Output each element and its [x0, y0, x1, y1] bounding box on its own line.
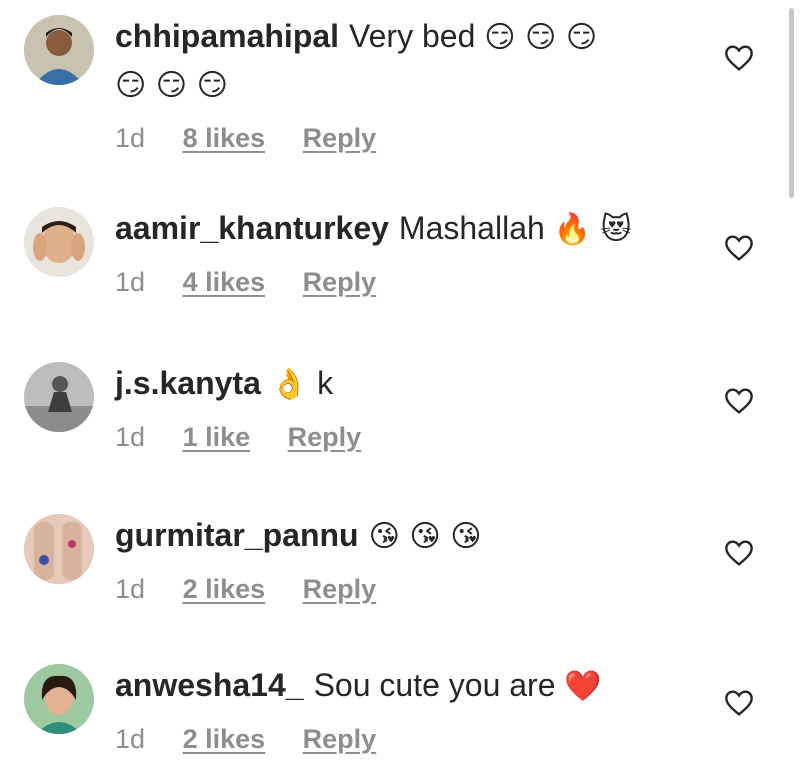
- reply-button[interactable]: Reply: [303, 123, 377, 153]
- comment-body: anwesha14_ Sou cute you are ❤️ 1d 2 likes…: [115, 662, 715, 755]
- timestamp: 1d: [115, 574, 146, 604]
- likes-link[interactable]: 4 likes: [183, 267, 266, 297]
- likes-link[interactable]: 1 like: [183, 422, 251, 452]
- username[interactable]: aamir_khanturkey: [115, 210, 389, 246]
- username[interactable]: j.s.kanyta: [115, 365, 261, 401]
- avatar[interactable]: [24, 664, 94, 734]
- timestamp: 1d: [115, 724, 146, 754]
- comment-text: aamir_khanturkey Mashallah 🔥 😻: [115, 205, 715, 253]
- comment-meta: 1d 8 likes Reply: [115, 123, 715, 154]
- comment-meta: 1d 2 likes Reply: [115, 574, 715, 605]
- emoji: 🔥 😻: [553, 212, 632, 247]
- scrollbar[interactable]: [789, 8, 794, 198]
- comment-body: aamir_khanturkey Mashallah 🔥 😻 1d 4 likes…: [115, 205, 715, 298]
- avatar[interactable]: [24, 362, 94, 432]
- comment-text: j.s.kanyta 👌 k: [115, 360, 715, 408]
- emoji: 😘 😘 😘: [368, 519, 482, 554]
- username[interactable]: anwesha14_: [115, 667, 304, 703]
- comments-list: chhipamahipal Very bed 😏 😏 😏 😏 😏 😏 1d 8 l…: [0, 0, 800, 768]
- likes-link[interactable]: 2 likes: [183, 724, 266, 754]
- username[interactable]: chhipamahipal: [115, 18, 339, 54]
- timestamp: 1d: [115, 123, 146, 153]
- heart-emoji: ❤️: [564, 669, 602, 704]
- emoji: 😏 😏 😏: [484, 20, 598, 55]
- comment-message: Very bed: [349, 18, 476, 54]
- timestamp: 1d: [115, 267, 146, 297]
- avatar[interactable]: [24, 514, 94, 584]
- heart-outline-icon[interactable]: [723, 385, 755, 417]
- comment-body: chhipamahipal Very bed 😏 😏 😏 😏 😏 😏 1d 8 l…: [115, 13, 715, 154]
- heart-outline-icon[interactable]: [723, 42, 755, 74]
- avatar[interactable]: [24, 207, 94, 277]
- likes-link[interactable]: 8 likes: [183, 123, 266, 153]
- comment-message: Mashallah: [398, 210, 545, 246]
- heart-outline-icon[interactable]: [723, 537, 755, 569]
- likes-link[interactable]: 2 likes: [183, 574, 266, 604]
- comment-text: gurmitar_pannu 😘 😘 😘: [115, 512, 715, 560]
- comment-body: gurmitar_pannu 😘 😘 😘 1d 2 likes Reply: [115, 512, 715, 605]
- emoji: 👌: [270, 367, 309, 402]
- comment-text: chhipamahipal Very bed 😏 😏 😏 😏 😏 😏: [115, 13, 715, 109]
- comment-body: j.s.kanyta 👌 k 1d 1 like Reply: [115, 360, 715, 453]
- heart-outline-icon[interactable]: [723, 232, 755, 264]
- comment-text: anwesha14_ Sou cute you are ❤️: [115, 662, 715, 710]
- reply-button[interactable]: Reply: [288, 422, 362, 452]
- comment-meta: 1d 4 likes Reply: [115, 267, 715, 298]
- comment-meta: 1d 1 like Reply: [115, 422, 715, 453]
- avatar[interactable]: [24, 15, 94, 85]
- comment-meta: 1d 2 likes Reply: [115, 724, 715, 755]
- comment-message: k: [317, 365, 334, 401]
- timestamp: 1d: [115, 422, 146, 452]
- comment-message: Sou cute you are: [313, 667, 556, 703]
- reply-button[interactable]: Reply: [303, 267, 377, 297]
- emoji: 😏 😏 😏: [115, 68, 228, 103]
- reply-button[interactable]: Reply: [303, 574, 377, 604]
- reply-button[interactable]: Reply: [303, 724, 377, 754]
- username[interactable]: gurmitar_pannu: [115, 517, 359, 553]
- heart-outline-icon[interactable]: [723, 687, 755, 719]
